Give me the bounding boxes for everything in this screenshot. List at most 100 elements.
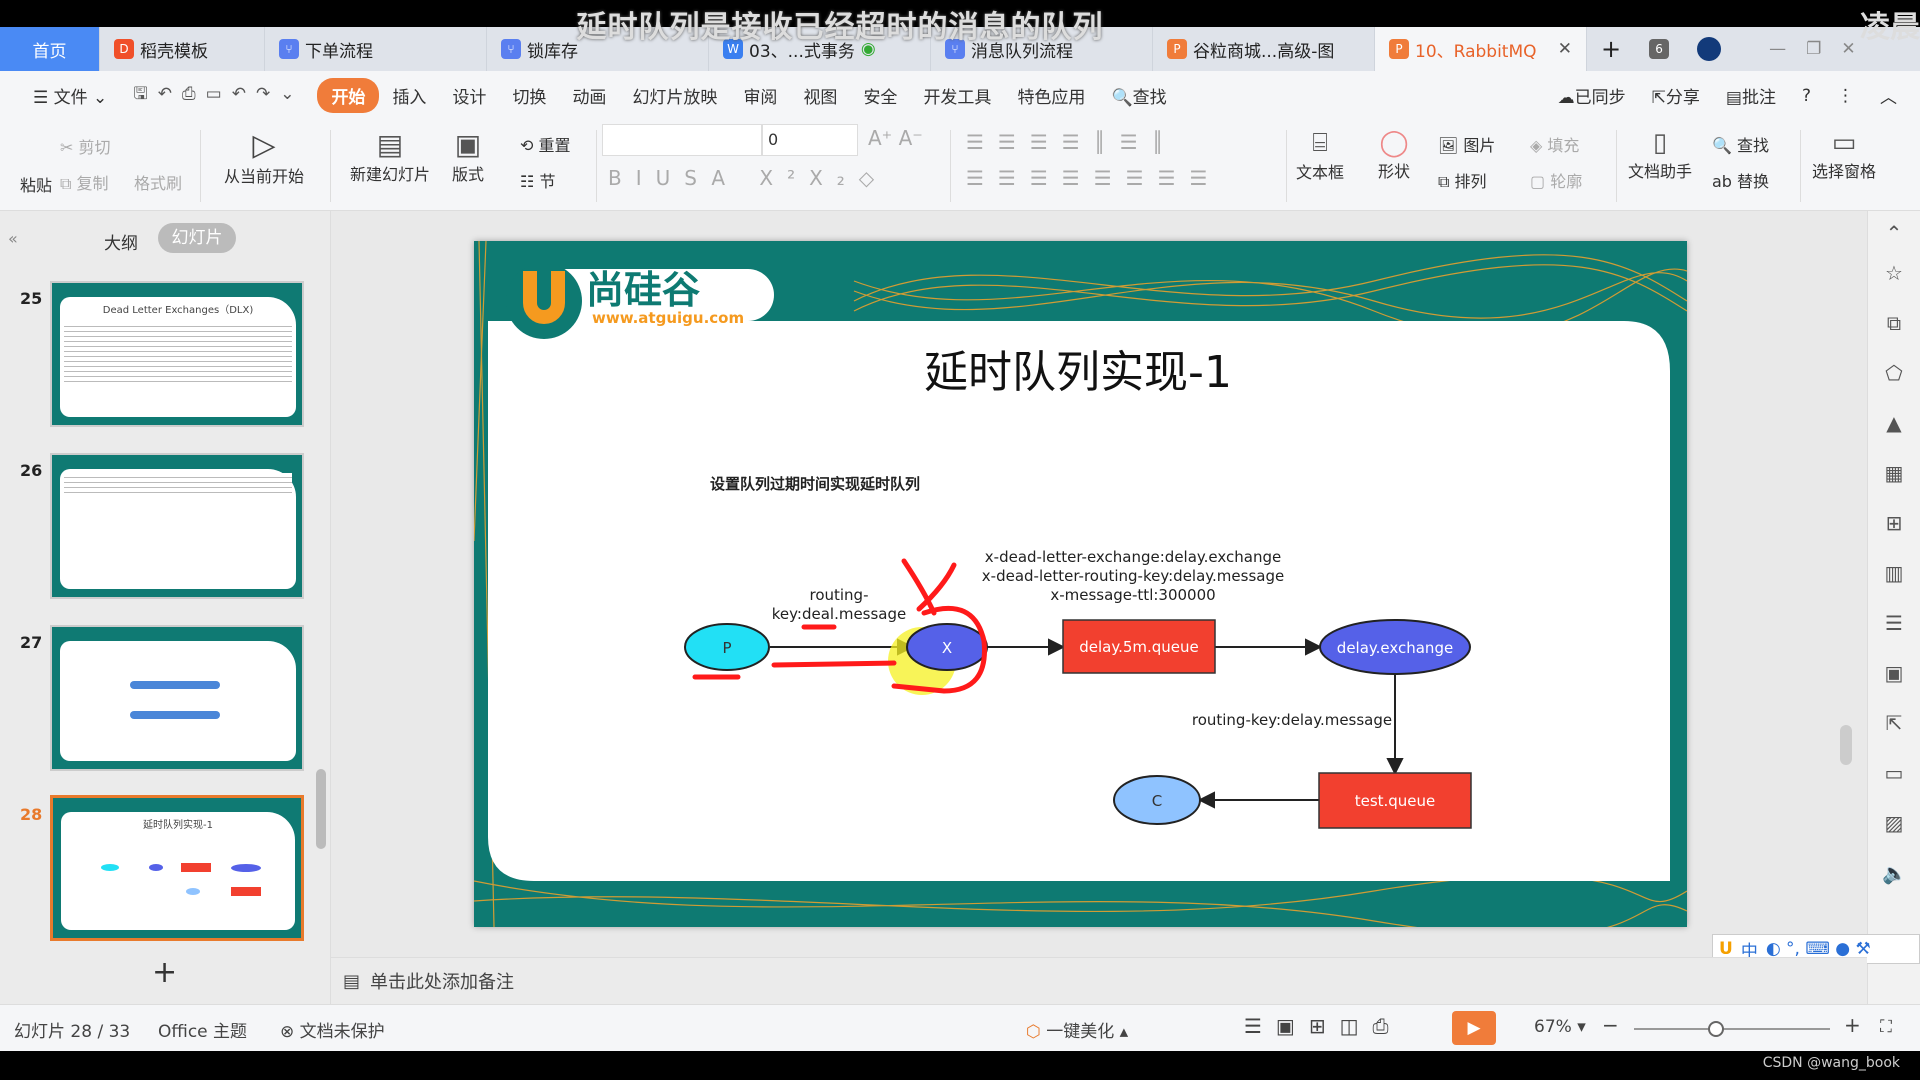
chart-icon[interactable]: ▥ — [1882, 561, 1906, 585]
ime-tool-icons[interactable]: ◐ °, ⌨ ● ⚒ — [1766, 939, 1871, 959]
reset-button[interactable]: ⟲ 重置 — [520, 132, 571, 156]
format-painter-button[interactable]: 格式刷 — [134, 170, 182, 194]
text-box-button[interactable]: ⌸ 文本框 — [1296, 128, 1344, 183]
slide-subtitle: 设置队列过期时间实现延时队列 — [710, 475, 920, 493]
cut-button[interactable]: ✂ 剪切 — [60, 134, 111, 158]
grid-icon[interactable]: ⊞ — [1882, 511, 1906, 535]
settings-sliders-icon[interactable]: ☰ — [1882, 611, 1906, 635]
slide-thumbnail-27[interactable] — [50, 625, 304, 771]
play-from-current-button[interactable]: ▷ 从当前开始 — [214, 128, 314, 187]
comment-button[interactable]: ▤批注 — [1713, 83, 1789, 108]
avatar[interactable] — [1697, 37, 1722, 61]
table-icon[interactable]: ▦ — [1882, 461, 1906, 485]
view-mode-buttons[interactable]: ☰▣⊞◫⎙ — [1244, 1014, 1402, 1038]
fill-button[interactable]: ◈ 填充 — [1530, 132, 1579, 156]
menu-features[interactable]: 特色应用 — [1004, 83, 1098, 108]
shape-panel-icon[interactable]: ⬠ — [1882, 361, 1906, 385]
reset-label: 重置 — [538, 136, 571, 155]
slide[interactable]: 尚硅谷 www.atguigu.com 延时队列实现-1 设置队列过期时间实现延… — [474, 241, 1687, 927]
zoom-level[interactable]: 67% ▾ — [1534, 1017, 1586, 1037]
layout-button[interactable]: ▣ 版式 — [452, 128, 484, 185]
menu-home[interactable]: 开始 — [317, 78, 380, 113]
star-icon[interactable]: ☆ — [1882, 261, 1906, 285]
image-panel-icon[interactable]: ▣ — [1882, 661, 1906, 685]
zoom-slider-handle[interactable] — [1708, 1021, 1725, 1037]
sound-icon[interactable]: 🔈 — [1882, 861, 1907, 885]
slide-thumbnail-26[interactable] — [50, 453, 304, 599]
play-slideshow-button[interactable]: ▶ — [1452, 1011, 1496, 1045]
search-button[interactable]: 🔍查找 — [1098, 83, 1179, 108]
replace-button[interactable]: ab 替换 — [1712, 168, 1769, 192]
paragraph-buttons[interactable]: ☰☰☰☰║☰║ — [966, 130, 1178, 154]
slide-thumbnail-28[interactable]: 延时队列实现-1 — [50, 795, 304, 941]
help-icon[interactable]: ? — [1789, 86, 1824, 106]
delay-queue-label: delay.5m.queue — [1079, 638, 1199, 656]
shape-button[interactable]: ◯ 形状 — [1378, 128, 1410, 182]
quick-access-icons[interactable]: 🖫↶⎙▭↶↷⌄ — [120, 81, 317, 110]
theme-name[interactable]: Office 主题 — [158, 1017, 247, 1042]
font-grow-shrink-icons[interactable]: A⁺ A⁻ — [868, 126, 923, 150]
zoom-in-button[interactable]: + — [1844, 1013, 1861, 1037]
file-menu[interactable]: ☰ 文件 ⌄ — [20, 83, 120, 108]
more-icon[interactable]: ⋮ — [1824, 86, 1867, 106]
panel-scrollbar[interactable] — [316, 769, 326, 849]
watermark: CSDN @wang_book — [1762, 1055, 1900, 1071]
new-slide-button[interactable]: ▤ 新建幻灯片 — [340, 128, 440, 185]
font-family-select[interactable] — [602, 124, 762, 156]
routing-key-label-line1: routing- — [809, 586, 868, 604]
divider — [1800, 130, 1801, 202]
tab-outline[interactable]: 大纲 — [104, 229, 138, 254]
slide-number: 28 — [20, 805, 43, 824]
font-style-buttons[interactable]: BIUSA X²X₂◇ — [608, 166, 888, 190]
share-icon: ⇱ — [1651, 88, 1666, 108]
menu-review[interactable]: 审阅 — [730, 83, 790, 108]
copy-style-icon[interactable]: ⧉ — [1882, 311, 1906, 335]
menu-insert[interactable]: 插入 — [379, 83, 439, 108]
menu-devtools[interactable]: 开发工具 — [910, 83, 1004, 108]
paste-button[interactable]: 粘贴 — [20, 172, 52, 196]
font-size-select[interactable]: 0 — [762, 124, 858, 156]
menu-animation[interactable]: 动画 — [559, 83, 619, 108]
zoom-slider[interactable] — [1634, 1021, 1830, 1037]
share-out-icon[interactable]: ⇱ — [1882, 711, 1906, 735]
section-button[interactable]: ☷ 节 — [520, 168, 555, 192]
slide-thumbnail-panel: « 大纲 幻灯片 25 Dead Letter Exchanges（DLX) 2… — [0, 211, 331, 1004]
scroll-up-icon[interactable]: ⌃ — [1882, 221, 1906, 245]
minimize-icon[interactable]: — — [1769, 39, 1786, 59]
find-button[interactable]: 🔍 查找 — [1712, 132, 1769, 156]
protection-status[interactable]: ⊗ 文档未保护 — [280, 1017, 385, 1042]
menu-design[interactable]: 设计 — [439, 83, 499, 108]
text-box-icon: ⌸ — [1312, 128, 1328, 158]
logo-mark — [506, 263, 582, 339]
arrange-button[interactable]: ⧉ 排列 — [1438, 168, 1487, 192]
collapse-panel-icon[interactable]: « — [8, 229, 18, 248]
menu-view[interactable]: 视图 — [790, 83, 850, 108]
beautify-button[interactable]: ⬡ 一键美化 ▴ — [1026, 1017, 1128, 1042]
archive-icon[interactable]: ▭ — [1882, 761, 1906, 785]
canvas-scrollbar[interactable] — [1840, 725, 1852, 765]
animation-icon[interactable]: ▲ — [1882, 411, 1906, 435]
menu-slideshow[interactable]: 幻灯片放映 — [619, 83, 730, 108]
comment-icon: ▤ — [1725, 88, 1742, 108]
zoom-out-button[interactable]: − — [1602, 1013, 1619, 1037]
picture-button[interactable]: 🖼 图片 — [1438, 132, 1495, 156]
share-button[interactable]: ⇱分享 — [1639, 83, 1713, 108]
collapse-ribbon-icon[interactable]: ︿ — [1867, 83, 1910, 108]
outline-button[interactable]: ▢ 轮廓 — [1530, 168, 1582, 192]
alignment-buttons[interactable]: ☰☰☰☰☰☰☰☰ — [966, 166, 1221, 190]
doc-assistant-button[interactable]: ▯ 文档助手 — [1628, 128, 1692, 182]
restore-icon[interactable]: ❐ — [1806, 39, 1821, 59]
add-slide-button[interactable]: + — [152, 955, 177, 990]
notes-area[interactable]: ▤ 单击此处添加备注 — [331, 957, 1867, 1004]
tab-slides[interactable]: 幻灯片 — [158, 223, 236, 253]
sync-button[interactable]: ☁已同步 — [1545, 83, 1639, 108]
slide-thumbnail-25[interactable]: Dead Letter Exchanges（DLX) — [50, 281, 304, 427]
close-window-icon[interactable]: ✕ — [1841, 39, 1855, 59]
copy-button[interactable]: ⧉ 复制 — [60, 170, 109, 194]
menu-security[interactable]: 安全 — [850, 83, 910, 108]
fit-window-icon[interactable]: ⛶ — [1880, 1017, 1892, 1037]
consumer-label: C — [1152, 792, 1162, 810]
menu-transition[interactable]: 切换 — [499, 83, 559, 108]
selection-pane-button[interactable]: ▭ 选择窗格 — [1812, 128, 1876, 182]
picture-icon[interactable]: ▨ — [1882, 811, 1906, 835]
